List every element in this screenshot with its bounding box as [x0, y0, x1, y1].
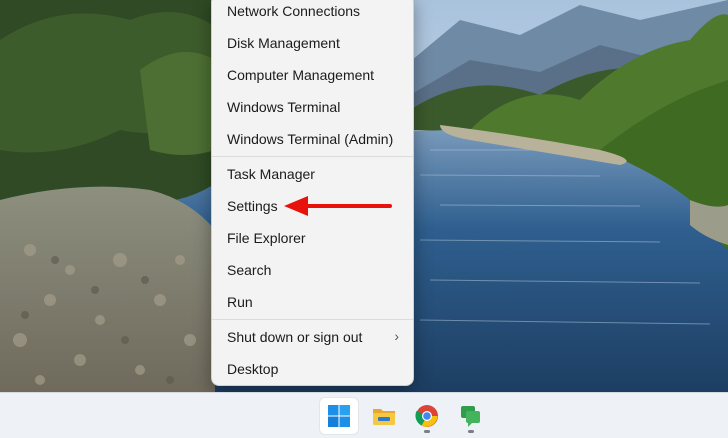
- menu-item-label: Task Manager: [227, 166, 315, 182]
- menu-item-shut-down-or-sign-out[interactable]: Shut down or sign out ›: [216, 322, 409, 352]
- quick-link-menu: Network Connections Disk Management Comp…: [211, 0, 414, 386]
- chat-icon: [461, 406, 480, 427]
- menu-item-label: Settings: [227, 198, 278, 214]
- windows-start-icon: [328, 405, 350, 427]
- menu-item-computer-management[interactable]: Computer Management: [216, 60, 409, 90]
- menu-item-label: Run: [227, 294, 253, 310]
- menu-item-label: Network Connections: [227, 3, 361, 19]
- menu-item-network-connections[interactable]: Network Connections: [216, 0, 409, 26]
- file-explorer-icon: [373, 409, 395, 425]
- taskbar-file-explorer[interactable]: [365, 398, 403, 434]
- menu-item-file-explorer[interactable]: File Explorer: [216, 223, 409, 253]
- chrome-icon: [415, 405, 438, 427]
- menu-item-label: File Explorer: [227, 230, 306, 246]
- menu-item-disk-management[interactable]: Disk Management: [216, 28, 409, 58]
- menu-item-label: Desktop: [227, 361, 279, 377]
- menu-item-task-manager[interactable]: Task Manager: [216, 159, 409, 189]
- menu-divider: [212, 319, 413, 320]
- menu-item-windows-terminal[interactable]: Windows Terminal: [216, 92, 409, 122]
- annotation-arrow-settings: [284, 196, 392, 216]
- menu-item-desktop[interactable]: Desktop: [216, 354, 409, 384]
- menu-item-label: Disk Management: [227, 35, 340, 51]
- start-button[interactable]: [320, 398, 358, 434]
- menu-divider: [212, 156, 413, 157]
- menu-item-label: Windows Terminal (Admin): [227, 131, 394, 147]
- menu-item-run[interactable]: Run: [216, 287, 409, 317]
- running-indicator: [424, 430, 430, 433]
- taskbar: [0, 392, 728, 438]
- menu-item-label: Computer Management: [227, 67, 375, 83]
- running-indicator: [468, 430, 474, 433]
- chevron-right-icon: ›: [394, 328, 399, 344]
- menu-item-label: Shut down or sign out: [227, 329, 363, 345]
- menu-item-label: Search: [227, 262, 272, 278]
- menu-item-label: Windows Terminal: [227, 99, 341, 115]
- menu-item-search[interactable]: Search: [216, 255, 409, 285]
- taskbar-chrome[interactable]: [408, 398, 446, 434]
- menu-item-windows-terminal-admin[interactable]: Windows Terminal (Admin): [216, 124, 409, 154]
- taskbar-chat[interactable]: [452, 398, 490, 434]
